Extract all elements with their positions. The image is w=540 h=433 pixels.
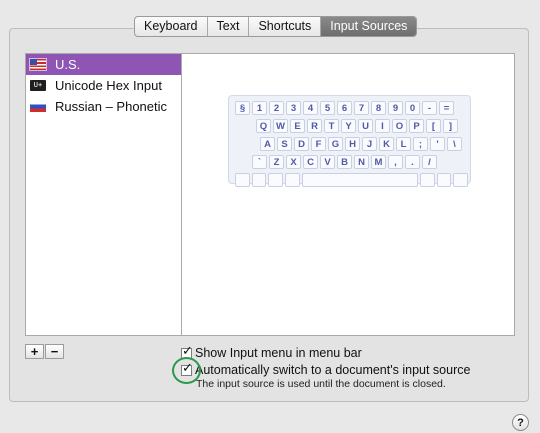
- keyboard-row: A S D F G H J K L; ' \: [229, 137, 470, 154]
- keyboard-key: [268, 173, 283, 187]
- keyboard-key: 9: [388, 101, 403, 115]
- keyboard-key: .: [405, 155, 420, 169]
- checkmark-icon: ✓: [182, 359, 193, 375]
- keyboard-key: ;: [413, 137, 428, 151]
- auto-switch-note: The input source is used until the docum…: [196, 378, 446, 390]
- keyboard-key: N: [354, 155, 369, 169]
- list-item-label: Russian – Phonetic: [55, 99, 168, 114]
- tab-shortcuts[interactable]: Shortcuts: [249, 17, 322, 36]
- keyboard-row: Q W E R T Y U I O P[]: [229, 119, 470, 136]
- keyboard-key: 1: [252, 101, 267, 115]
- keyboard-key: [251, 173, 267, 187]
- keyboard-key: G: [328, 137, 343, 151]
- keyboard-key: M: [371, 155, 386, 169]
- keyboard-key: ,: [388, 155, 403, 169]
- keyboard-key: [453, 173, 468, 187]
- keyboard-key: B: [337, 155, 352, 169]
- list-item-label: U.S.: [55, 57, 81, 72]
- keyboard-key: A: [260, 137, 275, 151]
- show-menu-checkbox[interactable]: ✓: [181, 343, 193, 359]
- checkmark-icon: ✓: [182, 342, 193, 358]
- keyboard-key: 6: [337, 101, 352, 115]
- keyboard-key: Q: [256, 119, 271, 133]
- keyboard-key: W: [273, 119, 288, 133]
- auto-switch-option: ✓ Automatically switch to a document's i…: [181, 360, 471, 377]
- keyboard-key: F: [311, 137, 326, 151]
- keyboard-key: R: [307, 119, 322, 133]
- keyboard-row: [229, 173, 470, 190]
- keyboard-key: 8: [371, 101, 386, 115]
- tab-keyboard[interactable]: Keyboard: [135, 17, 208, 36]
- keyboard-key: O: [392, 119, 407, 133]
- list-controls: + −: [25, 344, 65, 359]
- keyboard-key: X: [286, 155, 301, 169]
- remove-button[interactable]: −: [45, 344, 64, 359]
- russian-flag-icon: [30, 101, 46, 112]
- keyboard-key: T: [324, 119, 339, 133]
- list-item-unicode-hex[interactable]: U+ Unicode Hex Input: [26, 75, 181, 96]
- keyboard-key: =: [439, 101, 454, 115]
- keyboard-key: Y: [341, 119, 356, 133]
- add-button[interactable]: +: [25, 344, 44, 359]
- keyboard-key: -: [422, 101, 437, 115]
- list-item-russian[interactable]: Russian – Phonetic: [26, 96, 181, 117]
- keyboard-key: L: [396, 137, 411, 151]
- show-menu-option: ✓ Show Input menu in menu bar: [181, 343, 362, 360]
- keyboard-key: I: [375, 119, 390, 133]
- keyboard-preview-panel: § 1 2 3 4 5 6 7 8 9 0- = Q W E R T Y U I O P[] A S D F G H J K L; ' \ …: [181, 53, 515, 336]
- keyboard-key: [436, 173, 452, 187]
- keyboard-row: ` Z X C V B N M,. /: [229, 155, 470, 172]
- keyboard-key: D: [294, 137, 309, 151]
- keyboard-key: /: [422, 155, 437, 169]
- tab-input-sources[interactable]: Input Sources: [321, 17, 417, 36]
- keyboard-key: K: [379, 137, 394, 151]
- keyboard-key: 2: [269, 101, 284, 115]
- tab-bar: Keyboard Text Shortcuts Input Sources: [134, 16, 418, 37]
- list-item-label: Unicode Hex Input: [55, 78, 162, 93]
- list-item-us[interactable]: U.S.: [26, 54, 181, 75]
- auto-switch-label: Automatically switch to a document's inp…: [195, 363, 471, 377]
- keyboard-key: 0: [405, 101, 420, 115]
- keyboard-layout-preview: § 1 2 3 4 5 6 7 8 9 0- = Q W E R T Y U I O P[] A S D F G H J K L; ' \ …: [228, 95, 471, 187]
- keyboard-key: P: [409, 119, 424, 133]
- keyboard-key: 7: [354, 101, 369, 115]
- keyboard-key: [301, 173, 419, 187]
- keyboard-key: ': [430, 137, 445, 151]
- keyboard-key: E: [290, 119, 305, 133]
- keyboard-key: [284, 173, 300, 187]
- keyboard-key: 5: [320, 101, 335, 115]
- keyboard-key: H: [345, 137, 360, 151]
- keyboard-key: [235, 173, 250, 187]
- keyboard-key: U: [358, 119, 373, 133]
- keyboard-key: Z: [269, 155, 284, 169]
- auto-switch-checkbox[interactable]: ✓: [181, 360, 193, 376]
- help-button[interactable]: ?: [512, 414, 529, 431]
- tab-text[interactable]: Text: [208, 17, 250, 36]
- input-source-list: U.S. U+ Unicode Hex Input Russian – Phon…: [25, 53, 182, 336]
- keyboard-key: §: [235, 101, 250, 115]
- keyboard-key: C: [303, 155, 318, 169]
- keyboard-key: J: [362, 137, 377, 151]
- show-menu-label: Show Input menu in menu bar: [195, 346, 362, 360]
- keyboard-key: S: [277, 137, 292, 151]
- unicode-hex-icon: U+: [30, 80, 46, 91]
- us-flag-icon: [29, 58, 47, 71]
- keyboard-key: [420, 173, 435, 187]
- keyboard-key: [: [426, 119, 441, 133]
- keyboard-key: \: [447, 137, 462, 151]
- keyboard-key: ]: [443, 119, 458, 133]
- keyboard-key: V: [320, 155, 335, 169]
- keyboard-key: 3: [286, 101, 301, 115]
- keyboard-row: § 1 2 3 4 5 6 7 8 9 0- =: [229, 101, 470, 118]
- keyboard-key: `: [252, 155, 267, 169]
- keyboard-key: 4: [303, 101, 318, 115]
